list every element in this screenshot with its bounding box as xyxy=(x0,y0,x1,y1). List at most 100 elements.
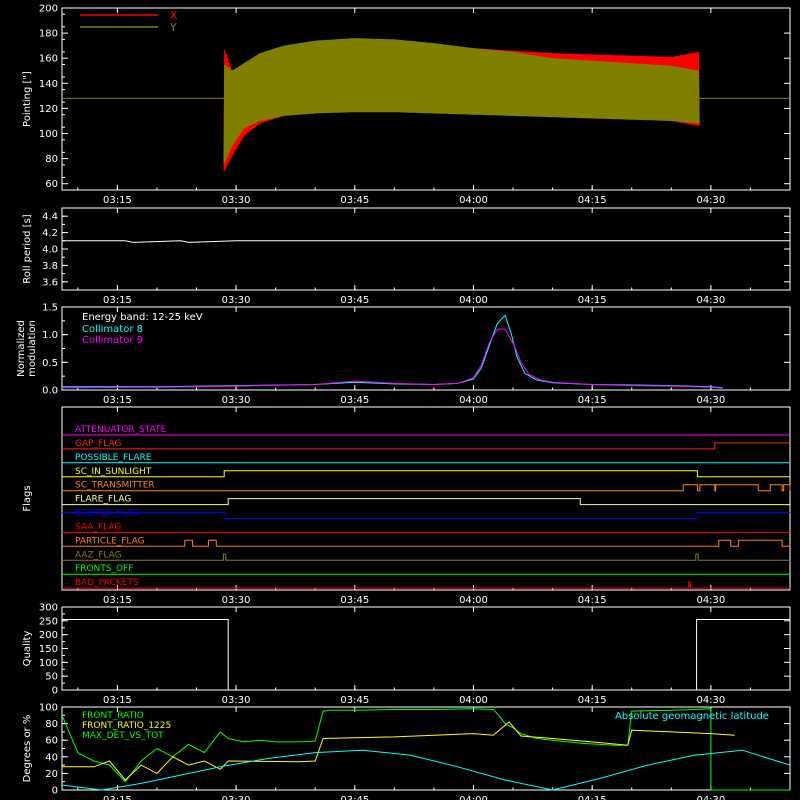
roll-frame xyxy=(61,207,791,291)
roll-time-tick-label: 04:15 xyxy=(578,295,607,306)
quality-y-tick-label: 300 xyxy=(39,603,58,614)
quality-time-tick-label: 04:15 xyxy=(578,695,607,706)
pointing-y-tick-label: 140 xyxy=(39,79,58,90)
quality-series-quality xyxy=(62,619,790,691)
ratios-y-tick-label: 0 xyxy=(52,786,58,797)
modulation-series-collimator-8 xyxy=(62,314,723,389)
roll-y-axis-label: Roll period [s] xyxy=(22,214,33,283)
pointing-y-tick-label: 120 xyxy=(39,104,58,115)
legend-label-y: Y xyxy=(169,21,177,34)
flag-line-bad_packets xyxy=(62,581,790,589)
pointing-y-tick-label: 180 xyxy=(39,29,58,40)
flag-label-attenuator_state: ATTENUATOR_STATE xyxy=(75,425,167,435)
modulation-time-tick-label: 03:45 xyxy=(340,395,369,406)
modulation-y-tick-label: 1.5 xyxy=(42,303,58,314)
flag-label-sc_transmitter: SC_TRANSMITTER xyxy=(75,481,155,491)
ratios-y-tick-label: 20 xyxy=(45,769,58,780)
flag-label-flare_flag: FLARE_FLAG xyxy=(75,495,131,505)
modulation-series-collimator-9 xyxy=(61,328,723,389)
roll-y-tick-label: 3.6 xyxy=(42,277,58,288)
modulation-y-tick-label: 0.5 xyxy=(42,358,58,369)
flag-label-sc_in_sunlight: SC_IN_SUNLIGHT xyxy=(75,467,152,477)
pointing-time-tick-label: 04:30 xyxy=(696,195,725,206)
ratios-y-tick-label: 60 xyxy=(45,736,58,747)
pointing-y-tick-label: 60 xyxy=(45,179,58,190)
ratios-time-tick-label: 03:45 xyxy=(340,795,369,800)
pointing-y-tick-label: 100 xyxy=(39,129,58,140)
flag-label-eclipse_flag: ECLIPSE_FLAG xyxy=(75,509,139,519)
roll-time-tick-label: 03:30 xyxy=(222,295,251,306)
legend-label-collimator-8: Collimator 8 xyxy=(82,324,143,335)
roll-time-tick-label: 04:30 xyxy=(696,295,725,306)
quality-y-tick-label: 150 xyxy=(39,644,58,655)
flag-label-possible_flare: POSSIBLE_FLARE xyxy=(75,453,152,463)
quality-time-tick-label: 04:30 xyxy=(696,695,725,706)
modulation-y-tick-label: 1.0 xyxy=(42,330,58,341)
ratios-time-tick-label: 04:00 xyxy=(459,795,488,800)
ratios-y-tick-label: 100 xyxy=(39,703,58,714)
modulation-y-axis-label: modulation xyxy=(27,320,38,377)
roll-y-tick-label: 4.0 xyxy=(42,245,58,256)
flags-time-tick-label: 04:00 xyxy=(459,595,488,606)
roll-y-tick-label: 4.4 xyxy=(42,212,58,223)
modulation-time-tick-label: 04:30 xyxy=(696,395,725,406)
roll-time-tick-label: 03:15 xyxy=(103,295,132,306)
ratios-y-tick-label: 80 xyxy=(45,719,58,730)
pointing-time-tick-label: 04:00 xyxy=(459,195,488,206)
pointing-time-tick-label: 03:45 xyxy=(340,195,369,206)
quality-y-tick-label: 250 xyxy=(39,616,58,627)
quality-y-tick-label: 200 xyxy=(39,630,58,641)
flags-time-tick-label: 03:30 xyxy=(222,595,251,606)
legend-label-max_det_vs_tot: MAX_DET_VS_TOT xyxy=(82,731,164,741)
legend-label-front_ratio_1225: FRONT_RATIO_1225 xyxy=(82,721,171,731)
flag-line-gap_flag xyxy=(62,442,790,450)
pointing-y-tick-label: 80 xyxy=(45,154,58,165)
pointing-time-tick-label: 03:15 xyxy=(103,195,132,206)
flag-label-fronts_off: FRONTS_OFF xyxy=(75,564,133,574)
quality-y-tick-label: 50 xyxy=(45,672,58,683)
ratios-time-tick-label: 03:30 xyxy=(222,795,251,800)
flag-line-sc_transmitter xyxy=(62,484,791,492)
pointing-y-tick-label: 160 xyxy=(39,54,58,65)
flags-time-tick-label: 03:15 xyxy=(103,595,132,606)
quality-y-tick-label: 0 xyxy=(52,686,58,697)
flags-y-axis-label: Flags xyxy=(22,485,33,511)
modulation-y-tick-label: 0.0 xyxy=(42,386,58,397)
flag-label-saa_flag: SAA_FLAG xyxy=(75,522,121,532)
flag-line-aaz_flag xyxy=(62,553,790,561)
flags-time-tick-label: 04:30 xyxy=(696,595,725,606)
legend-label-geomagnetic-latitude: Absolute geomagnetic latitude xyxy=(615,711,769,722)
roll-time-tick-label: 03:45 xyxy=(340,295,369,306)
flag-line-particle_flag xyxy=(62,539,790,547)
legend-label-front_ratio: FRONT_RATIO xyxy=(82,711,144,721)
flag-label-bad_packets: BAD_PACKETS xyxy=(75,578,139,588)
pointing-y-tick-label: 200 xyxy=(39,4,58,15)
roll-y-tick-label: 4.2 xyxy=(42,228,58,239)
modulation-time-tick-label: 03:30 xyxy=(222,395,251,406)
quality-time-tick-label: 04:00 xyxy=(459,695,488,706)
flag-line-eclipse_flag xyxy=(62,512,790,519)
flag-label-particle_flag: PARTICLE_FLAG xyxy=(75,536,145,546)
flag-label-aaz_flag: AAZ_FLAG xyxy=(75,550,122,560)
quality-time-tick-label: 03:30 xyxy=(222,695,251,706)
roll-time-tick-label: 04:00 xyxy=(459,295,488,306)
quality-time-tick-label: 03:45 xyxy=(340,695,369,706)
modulation-time-tick-label: 03:15 xyxy=(103,395,132,406)
pointing-time-tick-label: 04:15 xyxy=(578,195,607,206)
pointing-y-axis-label: Pointing ["] xyxy=(22,71,33,127)
quality-y-tick-label: 100 xyxy=(39,658,58,669)
modulation-time-tick-label: 04:00 xyxy=(459,395,488,406)
quicklook-chart-canvas: 03:15 03:30 03:45 04:00 04:15 04:30 60 80 100 120… xyxy=(16,4,791,800)
roll-y-tick-label: 3.8 xyxy=(42,261,58,272)
ratios-time-tick-label: 04:30 xyxy=(696,795,725,800)
flag-line-flare_flag xyxy=(62,498,790,506)
roll-series-roll xyxy=(62,240,790,243)
ratios-y-tick-label: 40 xyxy=(45,752,58,763)
legend-label-collimator-9: Collimator 9 xyxy=(82,335,143,346)
flag-line-sc_in_sunlight xyxy=(62,470,790,478)
modulation-energy-band-annotation: Energy band: 12-25 keV xyxy=(82,312,203,323)
ratios-y-axis-label: Degrees or % xyxy=(22,715,33,783)
flags-time-tick-label: 04:15 xyxy=(578,595,607,606)
ratios-time-tick-label: 03:15 xyxy=(103,795,132,800)
modulation-time-tick-label: 04:15 xyxy=(578,395,607,406)
